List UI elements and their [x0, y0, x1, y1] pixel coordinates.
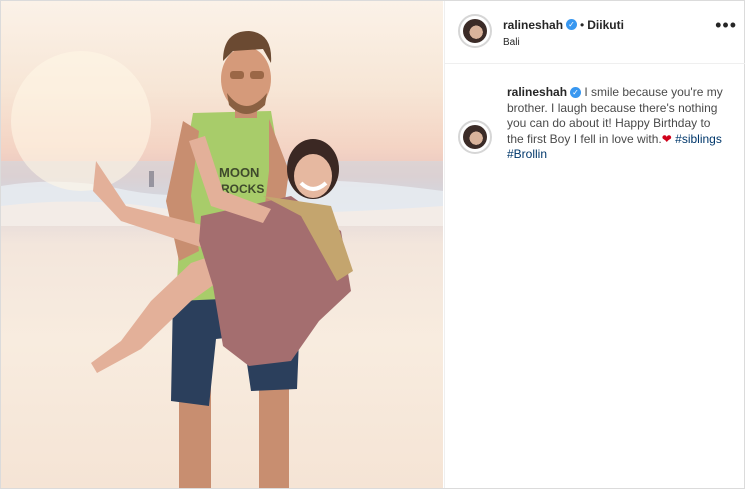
- post-header: ralineshah ✓ • Diikuti Bali •••: [445, 1, 745, 64]
- post-sidebar: ralineshah ✓ • Diikuti Bali ••• ralineshah ✓…: [444, 1, 745, 488]
- caption-avatar[interactable]: [458, 120, 492, 154]
- user-avatar[interactable]: [458, 14, 492, 48]
- svg-text:MOON: MOON: [219, 165, 259, 180]
- post-caption: ralineshah ✓ I smile because you're my br…: [507, 85, 727, 163]
- location-link[interactable]: Bali: [503, 37, 624, 48]
- avatar-image: [463, 125, 487, 149]
- post-photo[interactable]: MOON ROCKS: [1, 1, 443, 488]
- post-photo-illustration: MOON ROCKS: [1, 31, 443, 488]
- instagram-post: MOON ROCKS ralineshah ✓ • Diikuti Bali •…: [0, 0, 745, 489]
- separator-dot: •: [580, 18, 585, 32]
- header-info: ralineshah ✓ • Diikuti Bali: [503, 16, 624, 48]
- verified-badge-icon: ✓: [566, 19, 578, 31]
- caption-username[interactable]: ralineshah: [507, 85, 567, 99]
- avatar-image: [463, 19, 487, 43]
- more-options-icon[interactable]: •••: [715, 16, 737, 34]
- hashtag-brollin[interactable]: #Brollin: [507, 147, 547, 161]
- follow-status-button[interactable]: Diikuti: [587, 18, 624, 32]
- hashtag-siblings[interactable]: #siblings: [675, 132, 722, 146]
- verified-badge-icon: ✓: [570, 87, 582, 99]
- heart-icon: ❤: [661, 131, 672, 146]
- header-username[interactable]: ralineshah: [503, 18, 563, 32]
